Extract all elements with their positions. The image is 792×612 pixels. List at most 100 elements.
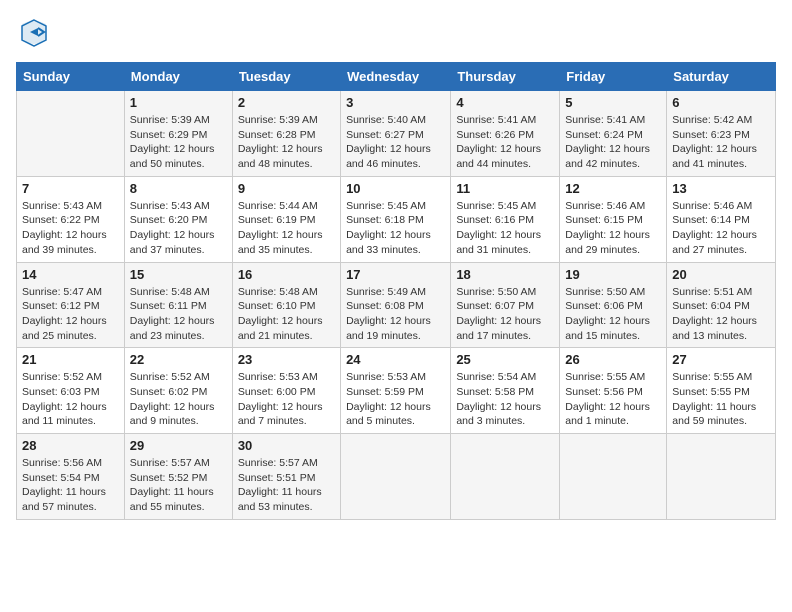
calendar-cell bbox=[667, 434, 776, 520]
day-info: Sunrise: 5:55 AM Sunset: 5:56 PM Dayligh… bbox=[565, 370, 661, 429]
calendar-cell: 6Sunrise: 5:42 AM Sunset: 6:23 PM Daylig… bbox=[667, 91, 776, 177]
day-info: Sunrise: 5:39 AM Sunset: 6:29 PM Dayligh… bbox=[130, 113, 227, 172]
day-info: Sunrise: 5:49 AM Sunset: 6:08 PM Dayligh… bbox=[346, 285, 445, 344]
calendar-cell: 17 Sunrise: 5:49 AM Sunset: 6:08 PM Dayli… bbox=[341, 262, 451, 348]
day-number: 30 bbox=[238, 438, 335, 453]
logo bbox=[16, 16, 56, 52]
calendar-week-row: 28 Sunrise: 5:56 AM Sunset: 5:54 PM Dayli… bbox=[17, 434, 776, 520]
day-number: 26 bbox=[565, 352, 661, 367]
calendar-table: SundayMondayTuesdayWednesdayThursdayFrid… bbox=[16, 62, 776, 520]
calendar-cell: 13 Sunrise: 5:46 AM Sunset: 6:14 PM Dayli… bbox=[667, 176, 776, 262]
day-info: Sunrise: 5:51 AM Sunset: 6:04 PM Dayligh… bbox=[672, 285, 770, 344]
header-row: SundayMondayTuesdayWednesdayThursdayFrid… bbox=[17, 63, 776, 91]
day-number: 28 bbox=[22, 438, 119, 453]
day-number: 17 bbox=[346, 267, 445, 282]
day-number: 9 bbox=[238, 181, 335, 196]
calendar-cell: 16 Sunrise: 5:48 AM Sunset: 6:10 PM Dayli… bbox=[232, 262, 340, 348]
day-number: 19 bbox=[565, 267, 661, 282]
day-number: 6 bbox=[672, 95, 770, 110]
header-day: Monday bbox=[124, 63, 232, 91]
day-info: Sunrise: 5:47 AM Sunset: 6:12 PM Dayligh… bbox=[22, 285, 119, 344]
calendar-cell bbox=[17, 91, 125, 177]
day-info: Sunrise: 5:46 AM Sunset: 6:15 PM Dayligh… bbox=[565, 199, 661, 258]
day-info: Sunrise: 5:43 AM Sunset: 6:22 PM Dayligh… bbox=[22, 199, 119, 258]
calendar-cell: 23 Sunrise: 5:53 AM Sunset: 6:00 PM Dayli… bbox=[232, 348, 340, 434]
day-number: 3 bbox=[346, 95, 445, 110]
day-number: 1 bbox=[130, 95, 227, 110]
calendar-cell: 1 Sunrise: 5:39 AM Sunset: 6:29 PM Daylig… bbox=[124, 91, 232, 177]
day-number: 12 bbox=[565, 181, 661, 196]
day-number: 23 bbox=[238, 352, 335, 367]
day-number: 8 bbox=[130, 181, 227, 196]
day-info: Sunrise: 5:52 AM Sunset: 6:03 PM Dayligh… bbox=[22, 370, 119, 429]
day-info: Sunrise: 5:54 AM Sunset: 5:58 PM Dayligh… bbox=[456, 370, 554, 429]
calendar-week-row: 14 Sunrise: 5:47 AM Sunset: 6:12 PM Dayli… bbox=[17, 262, 776, 348]
day-info: Sunrise: 5:41 AM Sunset: 6:26 PM Dayligh… bbox=[456, 113, 554, 172]
day-number: 16 bbox=[238, 267, 335, 282]
calendar-cell bbox=[560, 434, 667, 520]
calendar-cell: 7 Sunrise: 5:43 AM Sunset: 6:22 PM Daylig… bbox=[17, 176, 125, 262]
calendar-cell: 24 Sunrise: 5:53 AM Sunset: 5:59 PM Dayli… bbox=[341, 348, 451, 434]
header-day: Thursday bbox=[451, 63, 560, 91]
calendar-cell: 30 Sunrise: 5:57 AM Sunset: 5:51 PM Dayli… bbox=[232, 434, 340, 520]
calendar-cell: 11Sunrise: 5:45 AM Sunset: 6:16 PM Dayli… bbox=[451, 176, 560, 262]
calendar-header: SundayMondayTuesdayWednesdayThursdayFrid… bbox=[17, 63, 776, 91]
day-info: Sunrise: 5:43 AM Sunset: 6:20 PM Dayligh… bbox=[130, 199, 227, 258]
day-info: Sunrise: 5:48 AM Sunset: 6:10 PM Dayligh… bbox=[238, 285, 335, 344]
day-number: 7 bbox=[22, 181, 119, 196]
day-info: Sunrise: 5:56 AM Sunset: 5:54 PM Dayligh… bbox=[22, 456, 119, 515]
calendar-cell: 12 Sunrise: 5:46 AM Sunset: 6:15 PM Dayli… bbox=[560, 176, 667, 262]
calendar-cell: 4 Sunrise: 5:41 AM Sunset: 6:26 PM Daylig… bbox=[451, 91, 560, 177]
day-number: 27 bbox=[672, 352, 770, 367]
day-info: Sunrise: 5:46 AM Sunset: 6:14 PM Dayligh… bbox=[672, 199, 770, 258]
logo-icon bbox=[16, 16, 52, 52]
calendar-cell: 18 Sunrise: 5:50 AM Sunset: 6:07 PM Dayli… bbox=[451, 262, 560, 348]
calendar-cell: 8 Sunrise: 5:43 AM Sunset: 6:20 PM Daylig… bbox=[124, 176, 232, 262]
day-number: 15 bbox=[130, 267, 227, 282]
day-info: Sunrise: 5:39 AM Sunset: 6:28 PM Dayligh… bbox=[238, 113, 335, 172]
calendar-cell: 28 Sunrise: 5:56 AM Sunset: 5:54 PM Dayli… bbox=[17, 434, 125, 520]
calendar-cell bbox=[451, 434, 560, 520]
day-info: Sunrise: 5:57 AM Sunset: 5:51 PM Dayligh… bbox=[238, 456, 335, 515]
calendar-cell: 21 Sunrise: 5:52 AM Sunset: 6:03 PM Dayli… bbox=[17, 348, 125, 434]
day-number: 20 bbox=[672, 267, 770, 282]
calendar-week-row: 7 Sunrise: 5:43 AM Sunset: 6:22 PM Daylig… bbox=[17, 176, 776, 262]
header-day: Sunday bbox=[17, 63, 125, 91]
day-info: Sunrise: 5:53 AM Sunset: 6:00 PM Dayligh… bbox=[238, 370, 335, 429]
calendar-cell: 5Sunrise: 5:41 AM Sunset: 6:24 PM Daylig… bbox=[560, 91, 667, 177]
calendar-cell: 10Sunrise: 5:45 AM Sunset: 6:18 PM Dayli… bbox=[341, 176, 451, 262]
header-day: Wednesday bbox=[341, 63, 451, 91]
day-number: 18 bbox=[456, 267, 554, 282]
day-number: 24 bbox=[346, 352, 445, 367]
calendar-cell: 27 Sunrise: 5:55 AM Sunset: 5:55 PM Dayli… bbox=[667, 348, 776, 434]
day-info: Sunrise: 5:52 AM Sunset: 6:02 PM Dayligh… bbox=[130, 370, 227, 429]
day-number: 4 bbox=[456, 95, 554, 110]
day-number: 22 bbox=[130, 352, 227, 367]
day-info: Sunrise: 5:55 AM Sunset: 5:55 PM Dayligh… bbox=[672, 370, 770, 429]
day-info: Sunrise: 5:41 AM Sunset: 6:24 PM Dayligh… bbox=[565, 113, 661, 172]
day-number: 2 bbox=[238, 95, 335, 110]
day-number: 14 bbox=[22, 267, 119, 282]
day-number: 29 bbox=[130, 438, 227, 453]
calendar-week-row: 21 Sunrise: 5:52 AM Sunset: 6:03 PM Dayli… bbox=[17, 348, 776, 434]
day-number: 21 bbox=[22, 352, 119, 367]
calendar-week-row: 1 Sunrise: 5:39 AM Sunset: 6:29 PM Daylig… bbox=[17, 91, 776, 177]
calendar-cell: 15 Sunrise: 5:48 AM Sunset: 6:11 PM Dayli… bbox=[124, 262, 232, 348]
day-info: Sunrise: 5:57 AM Sunset: 5:52 PM Dayligh… bbox=[130, 456, 227, 515]
calendar-cell: 29 Sunrise: 5:57 AM Sunset: 5:52 PM Dayli… bbox=[124, 434, 232, 520]
day-info: Sunrise: 5:44 AM Sunset: 6:19 PM Dayligh… bbox=[238, 199, 335, 258]
day-info: Sunrise: 5:50 AM Sunset: 6:06 PM Dayligh… bbox=[565, 285, 661, 344]
calendar-cell: 14 Sunrise: 5:47 AM Sunset: 6:12 PM Dayli… bbox=[17, 262, 125, 348]
calendar-cell bbox=[341, 434, 451, 520]
calendar-cell: 19 Sunrise: 5:50 AM Sunset: 6:06 PM Dayli… bbox=[560, 262, 667, 348]
day-info: Sunrise: 5:48 AM Sunset: 6:11 PM Dayligh… bbox=[130, 285, 227, 344]
calendar-cell: 9 Sunrise: 5:44 AM Sunset: 6:19 PM Daylig… bbox=[232, 176, 340, 262]
day-info: Sunrise: 5:40 AM Sunset: 6:27 PM Dayligh… bbox=[346, 113, 445, 172]
calendar-cell: 25Sunrise: 5:54 AM Sunset: 5:58 PM Dayli… bbox=[451, 348, 560, 434]
calendar-cell: 26 Sunrise: 5:55 AM Sunset: 5:56 PM Dayli… bbox=[560, 348, 667, 434]
header-day: Friday bbox=[560, 63, 667, 91]
calendar-cell: 3 Sunrise: 5:40 AM Sunset: 6:27 PM Daylig… bbox=[341, 91, 451, 177]
day-info: Sunrise: 5:53 AM Sunset: 5:59 PM Dayligh… bbox=[346, 370, 445, 429]
day-number: 13 bbox=[672, 181, 770, 196]
day-info: Sunrise: 5:50 AM Sunset: 6:07 PM Dayligh… bbox=[456, 285, 554, 344]
